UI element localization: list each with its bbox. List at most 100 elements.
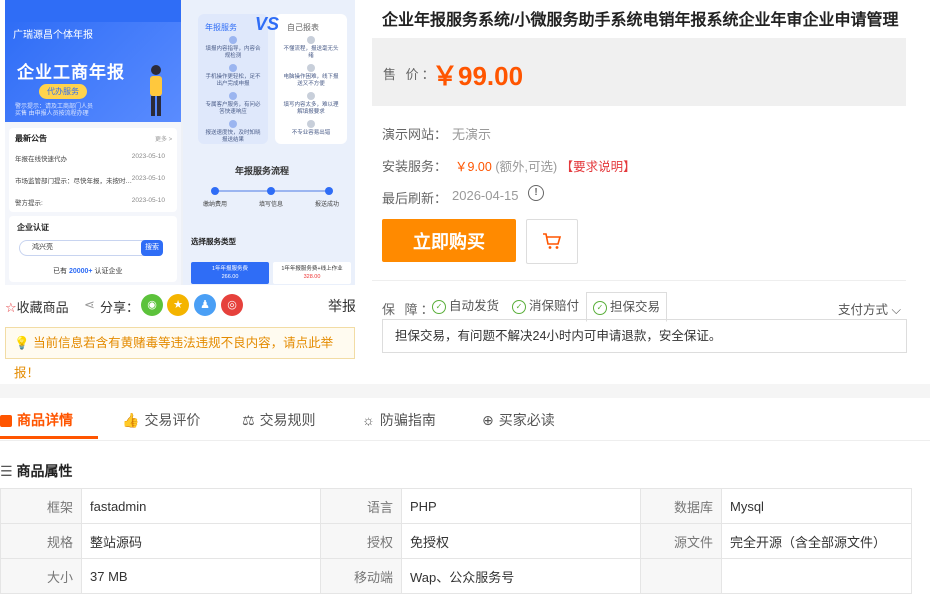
attr-key: 数据库 — [640, 488, 722, 524]
cross-dot-icon — [307, 120, 315, 128]
refresh-label: 最后刷新： — [382, 191, 448, 206]
preview-phone-left: 广瑞源昌个体年报 企业工商年报 代办服务 警示提示：请及工商部门人员买售 由申报… — [5, 0, 181, 285]
preview-vs-label: VS — [255, 14, 280, 34]
buy-now-button[interactable]: 立即购买 — [382, 219, 516, 262]
flow-step-dot-icon — [267, 187, 275, 195]
attr-value: 免授权 — [401, 523, 641, 559]
preview-auth-count: 已有 20000+ 认证企业 — [53, 268, 123, 275]
lightbulb-icon: ☼ — [362, 412, 375, 428]
guarantee-tab-auto-delivery[interactable]: ✓ 自动发货 — [432, 292, 505, 320]
table-row: 框架 fastadmin 语言 PHP 数据库 Mysql — [0, 488, 912, 524]
tab-rules[interactable]: ⚖ 交易规则 — [242, 410, 316, 430]
preview-auth-input: 鸿兴亮 — [19, 240, 153, 256]
guarantee-tab-compensation[interactable]: ✓ 消保赔付 — [512, 292, 585, 320]
preview-notice-more: 更多 > — [155, 137, 173, 143]
active-tab-indicator — [0, 436, 98, 439]
tab-reviews[interactable]: 👍 交易评价 — [122, 410, 200, 430]
cross-dot-icon — [307, 36, 315, 44]
attr-value: fastadmin — [81, 488, 321, 524]
attr-key: 大小 — [0, 558, 82, 594]
attributes-table: 框架 fastadmin 语言 PHP 数据库 Mysql 规格 整站源码 授权… — [0, 488, 912, 594]
preview-vs-left-item: 填报内容指导，内容合规检测 — [205, 46, 261, 59]
star-icon: ☆ — [5, 300, 17, 315]
preview-package-2: 1年年报服务费+线上作业 328.00 — [273, 262, 351, 284]
table-row: 大小 37 MB 移动端 Wap、公众服务号 — [0, 558, 912, 594]
add-to-cart-button[interactable] — [526, 219, 578, 264]
section-gap — [0, 384, 930, 398]
scale-icon: ⚖ — [242, 412, 255, 428]
favorite-button[interactable]: ☆收藏商品 — [5, 297, 69, 316]
guarantee-description: 担保交易，有问题不解决24小时内可申请退款，安全保证。 — [382, 319, 907, 353]
guarantee-label: 保 障： — [382, 302, 437, 317]
flow-step-dot-icon — [211, 187, 219, 195]
preview-vs-left-item: 报送速度快，及时知晓报送结果 — [205, 130, 261, 143]
preview-package-1: 1年年报服务费 266.00 — [191, 262, 269, 284]
preview-select-title: 选择服务类型 — [191, 237, 236, 246]
install-value: ￥9.00 (额外,可选) 【要求说明】 — [455, 160, 636, 174]
price-label: 售 价： — [383, 67, 438, 82]
tab-buyer-notice[interactable]: ⊕ 买家必读 — [482, 410, 555, 430]
chevron-down-icon: ⌵ — [888, 303, 901, 317]
install-label: 安装服务： — [382, 159, 448, 174]
thumb-up-icon: 👍 — [122, 412, 140, 428]
qzone-icon[interactable]: ★ — [167, 294, 189, 316]
attr-value: 完全开源（含全部源文件） — [721, 523, 912, 559]
list-search-icon: ☰ — [0, 463, 13, 479]
preview-flow-step: 填写信息 — [259, 202, 284, 208]
preview-auth-search-button: 搜索 — [141, 240, 163, 256]
share-icon: ⋖ — [84, 297, 95, 312]
preview-app-title: 广瑞源昌个体年报 — [13, 30, 93, 41]
attr-key: 语言 — [320, 488, 402, 524]
guarantee-tab-escrow[interactable]: ✓ 担保交易 — [586, 292, 668, 322]
attr-key: 授权 — [320, 523, 402, 559]
preview-auth-title: 企业认证 — [17, 223, 49, 232]
report-link[interactable]: 举报 — [328, 296, 356, 316]
preview-vs-left-item: 专属客户服务，有问必答快速响应 — [205, 102, 261, 115]
check-icon: ✓ — [432, 299, 446, 314]
product-preview-image[interactable]: 广瑞源昌个体年报 企业工商年报 代办服务 警示提示：请及工商部门人员买售 由申报… — [5, 0, 355, 285]
preview-status-bar — [5, 0, 181, 22]
check-dot-icon — [229, 36, 237, 44]
tab-product-details[interactable]: 商品详情 — [0, 410, 73, 430]
attr-key: 源文件 — [640, 523, 722, 559]
attr-value: 整站源码 — [81, 523, 321, 559]
report-warning-bar[interactable]: 💡 当前信息若含有黄赌毒等违法违规不良内容，请点此举报！ — [5, 327, 355, 380]
preview-banner-note: 警示提示：请及工商部门人员买售 由申报人员按流程办理 — [15, 104, 94, 117]
install-requirement-link[interactable]: 【要求说明】 — [561, 160, 636, 174]
weibo-icon[interactable]: ◎ — [221, 294, 243, 316]
refresh-value: 2026-04-15 — [452, 188, 519, 203]
cross-dot-icon — [307, 92, 315, 100]
preview-notice-row: 年报在线快速代办 2023-05-10 — [15, 153, 165, 163]
preview-notice-row: 警方提示: 2023-05-10 — [15, 197, 165, 207]
wechat-icon[interactable]: ◉ — [141, 294, 163, 316]
bulb-icon: 💡 — [14, 336, 30, 350]
attr-value-empty — [721, 558, 912, 594]
document-icon — [0, 415, 12, 428]
table-row: 规格 整站源码 授权 免授权 源文件 完全开源（含全部源文件） — [0, 523, 912, 559]
payment-method-dropdown[interactable]: 支付方式 ⌵ — [838, 299, 901, 318]
attr-value: Mysql — [721, 488, 912, 524]
attributes-heading: ☰ 商品属性 — [0, 463, 73, 479]
preview-flow-title: 年报服务流程 — [235, 166, 290, 176]
preview-banner-pill: 代办服务 — [39, 84, 87, 99]
demo-label: 演示网站： — [382, 127, 448, 142]
preview-notice-row: 市场监管部门提示：尽快年报，未按时… 2023-05-10 — [15, 175, 165, 185]
preview-phone-right: VS 年报服务 自己报表 填报内容指导，内容合规检测 手机操作更轻松，足不出户完… — [183, 0, 355, 285]
info-icon[interactable]: ! — [528, 185, 544, 201]
tab-anti-fraud[interactable]: ☼ 防骗指南 — [362, 410, 436, 430]
check-icon: ✓ — [593, 300, 607, 315]
flow-step-dot-icon — [325, 187, 333, 195]
attr-key: 规格 — [0, 523, 82, 559]
attr-key: 移动端 — [320, 558, 402, 594]
preview-vs-right-item: 不专业容易出错 — [291, 130, 331, 136]
preview-vs-left-item: 手机操作更轻松，足不出户完成申报 — [205, 74, 261, 87]
qq-icon[interactable]: ♟ — [194, 294, 216, 316]
attr-value: PHP — [401, 488, 641, 524]
attr-value: Wap、公众服务号 — [401, 558, 641, 594]
preview-flow-step: 报送成功 — [315, 202, 340, 208]
person-illustration-icon — [150, 65, 162, 116]
preview-vs-right-item: 填写内容太多，难以理解填报要求 — [283, 102, 339, 115]
attr-key-empty — [640, 558, 722, 594]
demo-value: 无演示 — [452, 127, 492, 142]
cart-icon — [543, 233, 562, 249]
